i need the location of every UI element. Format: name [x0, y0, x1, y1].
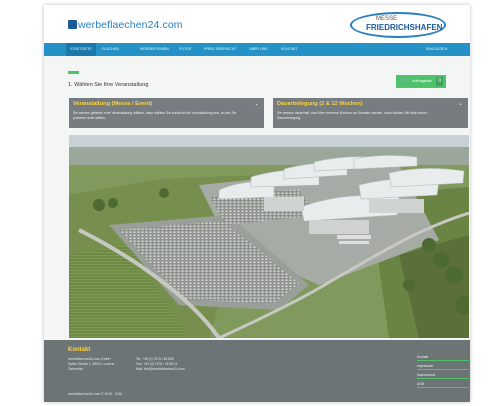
cart-button[interactable]: 🛒 Auftragsliste 0: [396, 75, 446, 88]
footer-link-datenschutz[interactable]: Datenschutz: [417, 373, 469, 379]
cart-label: Auftragsliste: [412, 79, 432, 83]
event-panel-title: Veranstaltung (Messe / Event): [73, 101, 153, 107]
footer-fax: Fax: +49 (0) 7576 / 45 55 11: [136, 362, 178, 366]
cart-count: 0: [436, 77, 443, 86]
step-indicator: [68, 71, 79, 74]
footer-email[interactable]: Mail: info@werbeflaechen24.com: [136, 367, 185, 371]
logo-text: werbeflaechen24.com: [78, 19, 183, 31]
footer: Kontakt werbeflaechen24.com GmbH Spitze …: [44, 340, 470, 402]
chevron-down-icon[interactable]: ⌄: [254, 100, 259, 107]
nav-item-fotos[interactable]: Fotos: [179, 43, 191, 56]
messe-logo[interactable]: MESSE FRIEDRICHSHAFEN: [350, 12, 446, 38]
nav-item-startseite[interactable]: Startseite: [66, 43, 96, 56]
shopping-cart-icon: 🛒: [400, 78, 408, 84]
footer-address-line: Österreich: [68, 367, 84, 371]
event-panel[interactable]: Veranstaltung (Messe / Event) ⌄ Sie werd…: [69, 98, 264, 128]
nav-item-werbeformen[interactable]: Werbeformen: [140, 43, 169, 56]
long-term-panel-title: Dauerbelegung (2 & 12 Wochen): [277, 101, 363, 107]
footer-link-agb[interactable]: AGB: [417, 382, 469, 388]
nav-item-kontakt[interactable]: Kontakt: [281, 43, 298, 56]
nav-item-preise[interactable]: Preis Übersicht: [204, 43, 237, 56]
footer-link-impressum[interactable]: Impressum: [417, 364, 469, 370]
long-term-panel[interactable]: Dauerbelegung (2 & 12 Wochen) ⌄ Sie werd…: [273, 98, 468, 128]
footer-address-line: werbeflaechen24.com GmbH: [68, 357, 111, 361]
page: werbeflaechen24.com MESSE FRIEDRICHSHAFE…: [44, 5, 470, 402]
footer-copyright: werbeflaechen24.com © 2015 - 2016: [68, 392, 123, 396]
event-panel-description: Sie werden gebeten eine Veranstaltung wä…: [73, 111, 237, 120]
footer-link-kontakt[interactable]: Kontakt: [417, 355, 469, 361]
footer-title: Kontakt: [68, 347, 91, 353]
logo-mark-icon: [68, 20, 77, 29]
nav-login[interactable]: Einloggen: [426, 43, 447, 56]
nav-item-ueber-uns[interactable]: Über uns: [249, 43, 268, 56]
main-nav: Startseite Flächen Werbeformen Fotos Pre…: [44, 43, 470, 56]
site-logo[interactable]: werbeflaechen24.com: [68, 19, 183, 31]
chevron-down-icon[interactable]: ⌄: [458, 100, 463, 107]
messe-logo-line2: FRIEDRICHSHAFEN: [366, 23, 443, 32]
long-term-panel-description: Sie werden dauerhaft, sind über mehrere …: [277, 111, 428, 120]
messe-logo-line1: MESSE: [376, 16, 398, 22]
footer-address-line: Spitze Straße 1, 88011 Lucerne: [68, 362, 115, 366]
nav-item-flaechen[interactable]: Flächen: [102, 43, 119, 56]
step-heading: 1. Wählen Sie Ihre Veranstaltung: [68, 82, 149, 88]
footer-phone: Tel. +49 (0) 7576 / 45 555: [136, 357, 174, 361]
venue-aerial-photo: [69, 135, 469, 338]
header: werbeflaechen24.com MESSE FRIEDRICHSHAFE…: [44, 5, 470, 43]
venue-aerial-image: [69, 135, 469, 338]
